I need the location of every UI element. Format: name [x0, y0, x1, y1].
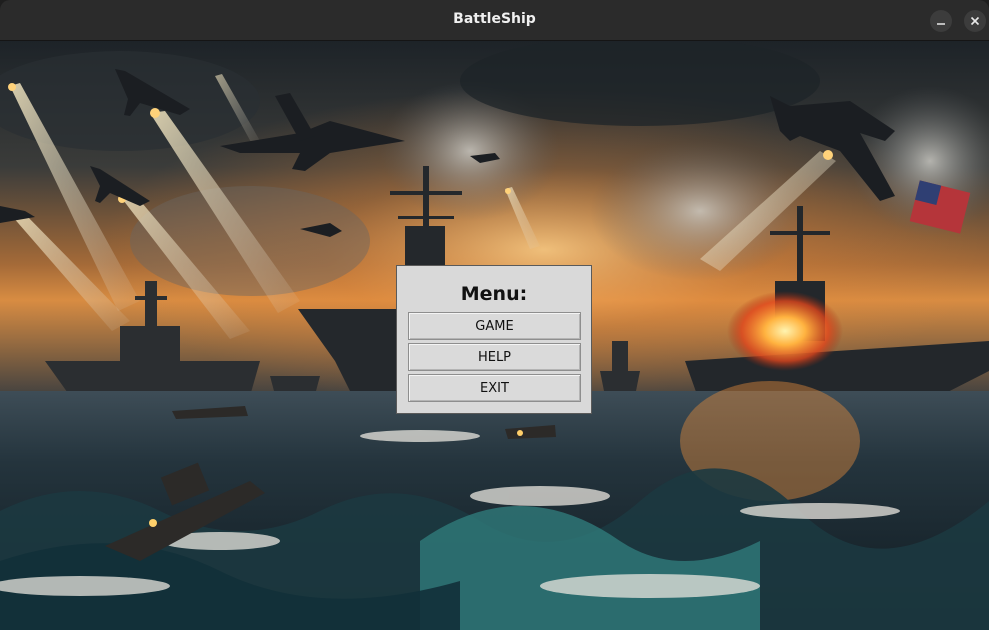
- close-button[interactable]: [964, 10, 986, 32]
- menu-title: Menu:: [460, 283, 528, 305]
- minimize-button[interactable]: [930, 10, 952, 32]
- exit-button[interactable]: EXIT: [408, 374, 581, 402]
- help-button[interactable]: HELP: [408, 343, 581, 371]
- window-titlebar[interactable]: BattleShip: [0, 0, 989, 41]
- menu-dialog: Menu: GAME HELP EXIT: [396, 265, 592, 414]
- close-icon: [970, 16, 980, 26]
- game-button[interactable]: GAME: [408, 312, 581, 340]
- window-title: BattleShip: [453, 11, 536, 27]
- minimize-icon: [937, 23, 945, 25]
